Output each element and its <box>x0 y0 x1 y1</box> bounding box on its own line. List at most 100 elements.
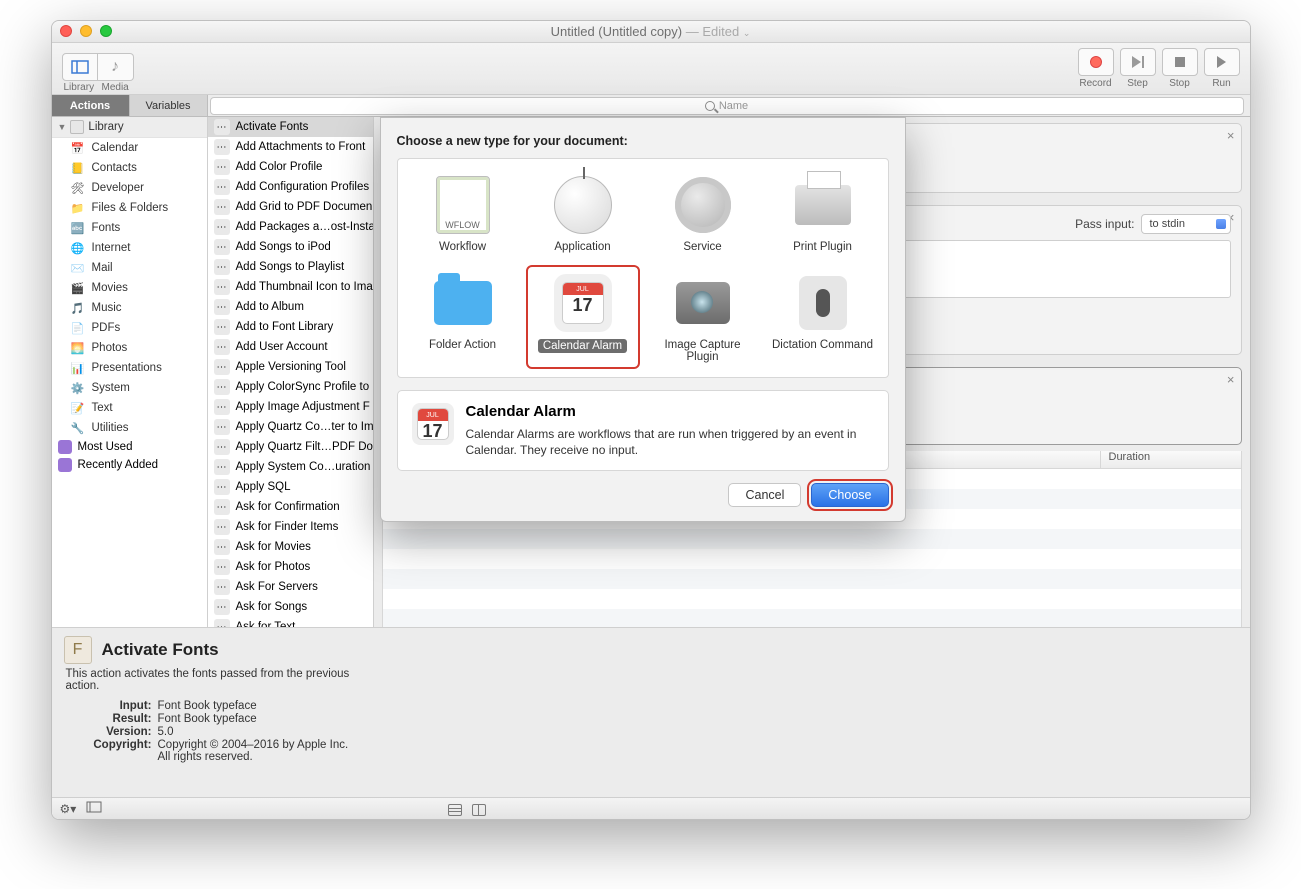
type-service[interactable]: Service <box>648 169 758 257</box>
sidebar-item[interactable]: 📄PDFs <box>52 318 207 338</box>
choose-button[interactable]: Choose <box>811 483 888 507</box>
sidebar-item[interactable]: 📒Contacts <box>52 158 207 178</box>
type-label: Image Capture Plugin <box>650 339 756 363</box>
action-row[interactable]: ⋯Apply ColorSync Profile to <box>208 377 373 397</box>
action-row[interactable]: ⋯Add User Account <box>208 337 373 357</box>
action-icon: ⋯ <box>214 339 230 355</box>
close-step-button[interactable]: × <box>1227 372 1235 387</box>
stop-button[interactable] <box>1162 48 1198 76</box>
duration-column-header[interactable]: Duration <box>1101 451 1241 468</box>
minimize-window-button[interactable] <box>80 25 92 37</box>
sidebar-item[interactable]: 🌅Photos <box>52 338 207 358</box>
action-row[interactable]: ⋯Add Thumbnail Icon to Ima <box>208 277 373 297</box>
action-row[interactable]: ⋯Activate Fonts <box>208 117 373 137</box>
action-icon: ⋯ <box>214 399 230 415</box>
type-print-plugin[interactable]: Print Plugin <box>768 169 878 257</box>
type-dictation-command[interactable]: Dictation Command <box>768 267 878 367</box>
close-window-button[interactable] <box>60 25 72 37</box>
smart-folder-icon <box>58 458 72 472</box>
action-row[interactable]: ⋯Apply Quartz Filt…PDF Do <box>208 437 373 457</box>
media-toggle-button[interactable]: ♪ <box>98 53 134 81</box>
type-folder-action[interactable]: Folder Action <box>408 267 518 367</box>
info-description: This action activates the fonts passed f… <box>66 668 360 692</box>
action-row[interactable]: ⋯Ask For Servers <box>208 577 373 597</box>
action-label: Apply System Co…uration <box>236 461 371 473</box>
media-label: Media <box>102 82 129 93</box>
action-icon: ⋯ <box>214 219 230 235</box>
subtoolbar: Actions Variables Name <box>52 95 1250 117</box>
window-title: Untitled (Untitled copy) — Edited ⌄ <box>551 24 751 39</box>
run-button[interactable] <box>1204 48 1240 76</box>
action-row[interactable]: ⋯Add Packages a…ost-Insta <box>208 217 373 237</box>
sidebar-item[interactable]: 🎬Movies <box>52 278 207 298</box>
action-row[interactable]: ⋯Add Configuration Profiles <box>208 177 373 197</box>
sidebar-item[interactable]: 📊Presentations <box>52 358 207 378</box>
sidebar-item-label: Photos <box>92 342 128 354</box>
action-row[interactable]: ⋯Ask for Finder Items <box>208 517 373 537</box>
tab-actions[interactable]: Actions <box>52 95 130 116</box>
sidebar-item[interactable]: 🔤Fonts <box>52 218 207 238</box>
action-icon: ⋯ <box>214 459 230 475</box>
sidebar-smart-folder[interactable]: Most Used <box>52 438 207 456</box>
library-header[interactable]: ▼Library <box>52 117 207 138</box>
type-workflow[interactable]: WFLOWWorkflow <box>408 169 518 257</box>
sidebar-smart-folder[interactable]: Recently Added <box>52 456 207 474</box>
category-icon: 📒 <box>70 160 86 176</box>
action-row[interactable]: ⋯Add Attachments to Front <box>208 137 373 157</box>
action-label: Add Attachments to Front <box>236 141 366 153</box>
sidebar-item-label: PDFs <box>92 322 121 334</box>
sidebar-item-label: Music <box>92 302 122 314</box>
action-row[interactable]: ⋯Add Grid to PDF Documen <box>208 197 373 217</box>
gear-menu-button[interactable]: ⚙︎▾ <box>60 802 77 816</box>
action-row[interactable]: ⋯Apply Image Adjustment F <box>208 397 373 417</box>
cancel-button[interactable]: Cancel <box>728 483 801 507</box>
search-input[interactable]: Name <box>210 97 1244 115</box>
action-label: Add Thumbnail Icon to Ima <box>236 281 373 293</box>
action-icon: ⋯ <box>214 239 230 255</box>
library-toggle-button[interactable] <box>62 53 98 81</box>
action-row[interactable]: ⋯Ask for Songs <box>208 597 373 617</box>
sidebar-item[interactable]: 📝Text <box>52 398 207 418</box>
action-row[interactable]: ⋯Apple Versioning Tool <box>208 357 373 377</box>
tab-variables[interactable]: Variables <box>130 95 208 116</box>
info-input-key: Input: <box>66 700 158 712</box>
pass-input-select[interactable]: to stdin <box>1141 214 1231 234</box>
category-icon: ✉️ <box>70 260 86 276</box>
zoom-window-button[interactable] <box>100 25 112 37</box>
action-row[interactable]: ⋯Add Color Profile <box>208 157 373 177</box>
type-image-capture-plugin[interactable]: Image Capture Plugin <box>648 267 758 367</box>
action-row[interactable]: ⋯Add Songs to iPod <box>208 237 373 257</box>
sidebar-item[interactable]: 🔧Utilities <box>52 418 207 438</box>
sidebar-item[interactable]: 📅Calendar <box>52 138 207 158</box>
action-icon: ⋯ <box>214 579 230 595</box>
type-calendar-alarm[interactable]: JUL17Calendar Alarm <box>528 267 638 367</box>
close-step-button[interactable]: × <box>1227 128 1235 143</box>
action-row[interactable]: ⋯Add to Font Library <box>208 317 373 337</box>
sidebar-item-label: Most Used <box>78 441 133 453</box>
log-view-grid-button[interactable] <box>472 804 486 816</box>
category-icon: 📊 <box>70 360 86 376</box>
sidebar-item[interactable]: 🎵Music <box>52 298 207 318</box>
category-icon: 📅 <box>70 140 86 156</box>
action-row[interactable]: ⋯Add Songs to Playlist <box>208 257 373 277</box>
sidebar-item[interactable]: ⚙️System <box>52 378 207 398</box>
action-row[interactable]: ⋯Ask for Movies <box>208 537 373 557</box>
type-application[interactable]: Application <box>528 169 638 257</box>
sidebar-item[interactable]: 🛠Developer <box>52 178 207 198</box>
action-row[interactable]: ⋯Apply Quartz Co…ter to Im <box>208 417 373 437</box>
log-view-list-button[interactable] <box>448 804 462 816</box>
sidebar-item[interactable]: 📁Files & Folders <box>52 198 207 218</box>
sidebar-item[interactable]: 🌐Internet <box>52 238 207 258</box>
sidebar-item[interactable]: ✉️Mail <box>52 258 207 278</box>
step-button[interactable] <box>1120 48 1156 76</box>
action-row[interactable]: ⋯Ask for Confirmation <box>208 497 373 517</box>
info-result-key: Result: <box>66 713 158 725</box>
variables-toggle-button[interactable] <box>86 800 102 818</box>
action-row[interactable]: ⋯Ask for Photos <box>208 557 373 577</box>
record-button[interactable] <box>1078 48 1114 76</box>
action-row[interactable]: ⋯Add to Album <box>208 297 373 317</box>
sidebar-item-label: Fonts <box>92 222 121 234</box>
action-row[interactable]: ⋯ Apply System Co…uration <box>208 457 373 477</box>
action-row[interactable]: ⋯Apply SQL <box>208 477 373 497</box>
action-label: Ask for Finder Items <box>236 521 339 533</box>
